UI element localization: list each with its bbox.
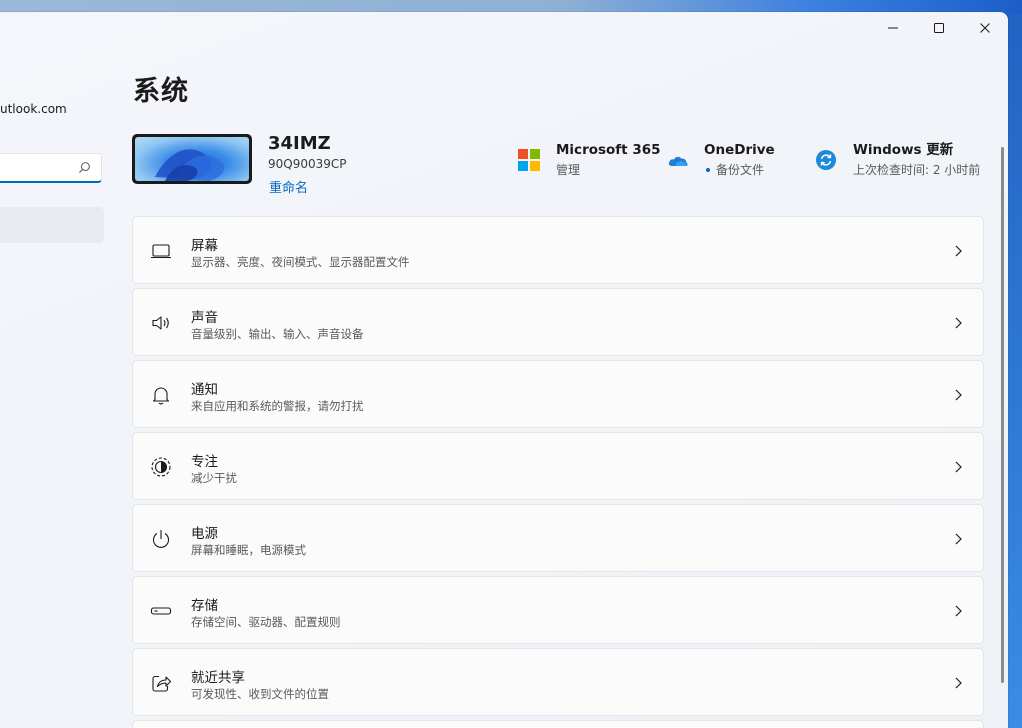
settings-item-storage[interactable]: 存储 存储空间、驱动器、配置规则 (132, 576, 984, 644)
device-name: 34IMZ (268, 133, 331, 154)
display-icon (151, 244, 171, 259)
settings-item-subtitle: 屏幕和睡眠，电源模式 (191, 543, 306, 557)
settings-item-subtitle: 存储空间、驱动器、配置规则 (191, 615, 341, 629)
page-title: 系统 (133, 76, 189, 107)
quick-status-subtitle: 管理 (556, 163, 581, 177)
onedrive-cloud-icon (668, 156, 688, 166)
chevron-right-icon (955, 605, 962, 617)
settings-item-title: 电源 (191, 526, 218, 542)
chevron-right-icon (955, 245, 962, 257)
quick-status-subtitle: 备份文件 (716, 163, 765, 177)
wallpaper-preview (135, 137, 249, 181)
close-button[interactable] (962, 12, 1008, 44)
minimize-icon (888, 27, 898, 29)
settings-item-next[interactable] (132, 720, 984, 728)
windows-update-icon (816, 150, 836, 170)
quick-status-title: Microsoft 365 (556, 142, 661, 158)
settings-window: utlook.com 系统 34IMZ 90Q90039CP 重命名 Micro… (0, 12, 1008, 728)
chevron-right-icon (955, 677, 962, 689)
quick-status-subtitle: 上次检查时间: 2 小时前 (853, 163, 981, 177)
chevron-right-icon (955, 461, 962, 473)
settings-item-title: 声音 (191, 310, 218, 326)
account-email: utlook.com (0, 102, 67, 116)
quick-status-windows-update[interactable]: Windows 更新 上次检查时间: 2 小时前 (815, 141, 980, 181)
search-input[interactable] (0, 154, 78, 182)
settings-item-subtitle: 音量级别、输出、输入、声音设备 (191, 327, 364, 341)
maximize-button[interactable] (916, 12, 962, 44)
settings-search[interactable] (0, 153, 102, 183)
settings-item-focus[interactable]: 专注 减少干扰 (132, 432, 984, 500)
speaker-icon (152, 316, 169, 330)
quick-status-title: OneDrive (704, 142, 775, 158)
settings-item-nearby-sharing[interactable]: 就近共享 可发现性、收到文件的位置 (132, 648, 984, 716)
settings-item-title: 存储 (191, 598, 218, 614)
bell-icon (152, 387, 170, 405)
status-dot (706, 167, 710, 172)
maximize-icon (934, 23, 944, 33)
focus-icon (151, 457, 171, 477)
settings-item-title: 专注 (191, 454, 218, 470)
chevron-right-icon (955, 389, 962, 401)
microsoft-logo-icon (518, 149, 540, 171)
device-thumbnail (132, 134, 252, 184)
settings-item-sound[interactable]: 声音 音量级别、输出、输入、声音设备 (132, 288, 984, 356)
settings-item-title: 屏幕 (191, 238, 218, 254)
settings-item-power[interactable]: 电源 屏幕和睡眠，电源模式 (132, 504, 984, 572)
power-icon (152, 530, 170, 548)
settings-list: 屏幕 显示器、亮度、夜间模式、显示器配置文件 声音 音量级别、输出、输入、声音设… (132, 216, 984, 728)
quick-status-onedrive[interactable]: OneDrive 备份文件 (667, 141, 775, 181)
quick-status-microsoft-365[interactable]: Microsoft 365 管理 (518, 141, 661, 181)
settings-item-notifications[interactable]: 通知 来自应用和系统的警报，请勿打扰 (132, 360, 984, 428)
settings-item-display[interactable]: 屏幕 显示器、亮度、夜间模式、显示器配置文件 (132, 216, 984, 284)
vertical-scrollbar[interactable] (1001, 147, 1004, 683)
sidebar-item-system-selected[interactable] (0, 207, 104, 243)
quick-status-title: Windows 更新 (853, 142, 954, 158)
rename-link[interactable]: 重命名 (269, 177, 308, 196)
storage-icon (150, 607, 172, 615)
close-icon (980, 23, 990, 33)
minimize-button[interactable] (870, 12, 916, 44)
settings-item-subtitle: 来自应用和系统的警报，请勿打扰 (191, 399, 364, 413)
share-icon (152, 675, 172, 692)
settings-item-subtitle: 可发现性、收到文件的位置 (191, 687, 329, 701)
settings-item-title: 就近共享 (191, 670, 245, 686)
chevron-right-icon (955, 317, 962, 329)
title-bar-controls (870, 12, 1008, 44)
settings-item-subtitle: 显示器、亮度、夜间模式、显示器配置文件 (191, 255, 410, 269)
settings-item-subtitle: 减少干扰 (191, 471, 237, 485)
search-icon[interactable] (78, 161, 91, 174)
settings-item-title: 通知 (191, 382, 218, 398)
chevron-right-icon (955, 533, 962, 545)
device-model: 90Q90039CP (268, 157, 347, 171)
